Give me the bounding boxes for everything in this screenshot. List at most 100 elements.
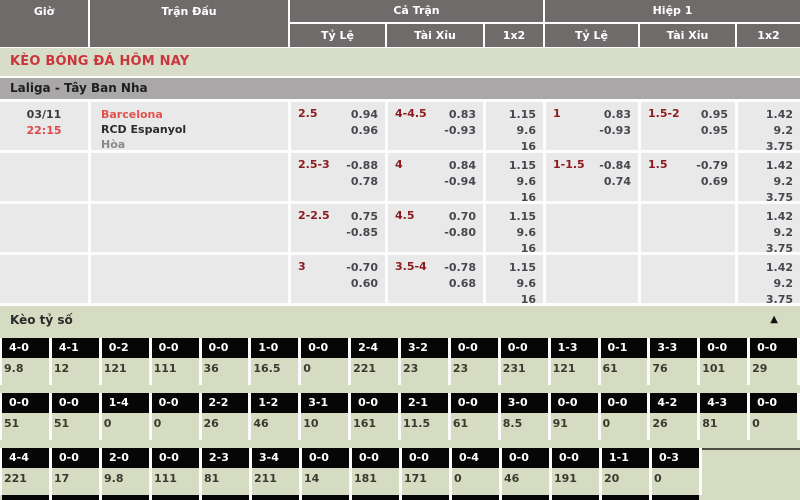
column-group-first-half: Hiệp 1 Tỷ Lệ Tài Xỉu 1x2 (545, 0, 800, 47)
score-cell: 0-029 (750, 338, 797, 385)
score-odds[interactable]: 181 (352, 468, 399, 495)
h1-handicap-cell[interactable]: 1-1.5-0.840.74 (546, 153, 638, 201)
h1-1x2-cell[interactable]: 1.429.23.75 (738, 153, 800, 201)
score-odds[interactable]: 36 (202, 358, 249, 385)
match-cell[interactable]: BarcelonaRCD EspanyolHòa (91, 102, 288, 150)
score-odds[interactable]: 0 (102, 413, 149, 440)
score-odds[interactable]: 12 (52, 358, 99, 385)
score-odds[interactable]: 0 (452, 468, 499, 495)
h1-1x2-cell[interactable]: 1.429.23.75 (738, 255, 800, 303)
ft-1x2-cell[interactable]: 1.159.616 (486, 255, 543, 303)
score-odds[interactable]: 81 (202, 468, 249, 495)
h1-handicap-cell[interactable]: 10.83-0.93 (546, 102, 638, 150)
score-cell: 2-09.8 (102, 448, 149, 495)
score-odds[interactable]: 46 (251, 413, 298, 440)
away-team: RCD Espanyol (101, 122, 288, 137)
ft-over-under-cell-odds-top: 0.70 (444, 209, 476, 225)
h1-1x2-cell[interactable]: 1.429.23.75 (738, 204, 800, 252)
score-odds[interactable]: 0 (750, 413, 797, 440)
score-odds[interactable]: 121 (102, 358, 149, 385)
ft-handicap-cell[interactable]: 2.50.940.96 (291, 102, 385, 150)
h1-over-under-cell[interactable]: 1.5-20.950.95 (641, 102, 735, 150)
ft-over-under-cell[interactable]: 4-4.50.83-0.93 (388, 102, 483, 150)
score-odds[interactable]: 20 (602, 468, 649, 495)
score-odds[interactable]: 221 (351, 358, 398, 385)
score-odds[interactable]: 171 (402, 468, 449, 495)
score-odds[interactable]: 0 (152, 413, 199, 440)
score-label: 1-0 (251, 338, 298, 358)
score-odds[interactable]: 81 (700, 413, 747, 440)
ft-over-under-cell[interactable]: 4 0.84-0.94 (388, 153, 483, 201)
score-cell: 0-2121 (102, 338, 149, 385)
ft-handicap-cell-odds: 0.940.96 (351, 107, 378, 139)
score-odds[interactable]: 101 (700, 358, 747, 385)
score-odds[interactable]: 0 (301, 358, 348, 385)
score-odds[interactable]: 221 (2, 468, 49, 495)
score-odds[interactable]: 51 (52, 413, 99, 440)
score-odds[interactable]: 51 (2, 413, 49, 440)
score-odds[interactable]: 9.8 (2, 358, 49, 385)
score-odds[interactable]: 16.5 (251, 358, 298, 385)
score-odds[interactable]: 191 (552, 468, 599, 495)
h1-handicap-cell (546, 204, 638, 252)
ft-handicap-cell[interactable]: 2-2.50.75-0.85 (291, 204, 385, 252)
ft-over-under-cell-odds-bottom: 0.68 (444, 276, 476, 292)
collapse-arrow-icon[interactable]: ▲ (770, 306, 778, 334)
ft-handicap-cell[interactable]: 3-0.700.60 (291, 255, 385, 303)
score-odds[interactable]: 231 (501, 358, 548, 385)
score-odds[interactable]: 29 (750, 358, 797, 385)
score-label: 1-4 (102, 393, 149, 413)
score-odds[interactable]: 111 (152, 358, 199, 385)
h1-handicap-cell-odds-top: -0.84 (599, 158, 631, 174)
ft-1x2-cell[interactable]: 1.159.616 (486, 204, 543, 252)
ft-over-under-cell[interactable]: 3.5-4-0.780.68 (388, 255, 483, 303)
score-odds[interactable]: 10 (301, 413, 348, 440)
h1-1x2-cell[interactable]: 1.429.23.75 (738, 102, 800, 150)
score-label: 0-0 (302, 448, 349, 468)
ft-over-under-cell-odds-top: 0.84 (444, 158, 476, 174)
ft-handicap-cell[interactable]: 2.5-3-0.880.78 (291, 153, 385, 201)
home-team: Barcelona (101, 107, 288, 122)
score-label: 2-3 (202, 448, 249, 468)
score-odds[interactable]: 14 (302, 468, 349, 495)
score-odds[interactable]: 61 (601, 358, 648, 385)
score-odds[interactable]: 11.5 (401, 413, 448, 440)
score-cell: 4-09.8 (2, 338, 49, 385)
score-odds[interactable]: 111 (152, 468, 199, 495)
score-odds[interactable]: 0 (601, 413, 648, 440)
ft-over-under-cell-line: 4.5 (395, 209, 415, 241)
score-odds[interactable]: 23 (401, 358, 448, 385)
score-cell: 0-0181 (352, 448, 399, 495)
score-odds[interactable]: 8.5 (501, 413, 548, 440)
score-odds[interactable]: 0 (652, 468, 699, 495)
h1-over-under-cell-odds: -0.790.69 (696, 158, 728, 190)
ft-over-under-cell-line: 4 (395, 158, 403, 190)
score-odds[interactable]: 26 (650, 413, 697, 440)
score-odds[interactable]: 61 (451, 413, 498, 440)
h1-1x2-cell-value: 9.2 (738, 225, 793, 241)
h1-1x2-cell-value: 1.42 (738, 260, 793, 276)
ft-1x2-cell[interactable]: 1.159.616 (486, 153, 543, 201)
ft-over-under-cell[interactable]: 4.50.70-0.80 (388, 204, 483, 252)
score-odds[interactable]: 17 (52, 468, 99, 495)
ft-1x2-cell[interactable]: 1.159.616 (486, 102, 543, 150)
score-odds[interactable]: 161 (351, 413, 398, 440)
score-odds[interactable]: 91 (551, 413, 598, 440)
score-label: 1-2 (251, 393, 298, 413)
score-odds[interactable]: 211 (252, 468, 299, 495)
h1-1x2-cell-value: 9.2 (738, 174, 793, 190)
ft-over-under-cell-odds-bottom: -0.94 (444, 174, 476, 190)
ft-over-under-cell-odds-top: 0.83 (444, 107, 476, 123)
score-odds[interactable]: 121 (551, 358, 598, 385)
h1-over-under-cell[interactable]: 1.5-0.790.69 (641, 153, 735, 201)
score-odds[interactable]: 9.8 (102, 468, 149, 495)
score-odds[interactable]: 76 (650, 358, 697, 385)
score-cell: 0-046 (502, 448, 549, 495)
score-label: 0-1 (601, 338, 648, 358)
score-cell: 3-110 (301, 393, 348, 440)
score-odds[interactable]: 23 (451, 358, 498, 385)
match-cell (91, 204, 288, 252)
league-header: Laliga - Tây Ban Nha (0, 78, 800, 99)
score-odds[interactable]: 26 (202, 413, 249, 440)
score-odds[interactable]: 46 (502, 468, 549, 495)
